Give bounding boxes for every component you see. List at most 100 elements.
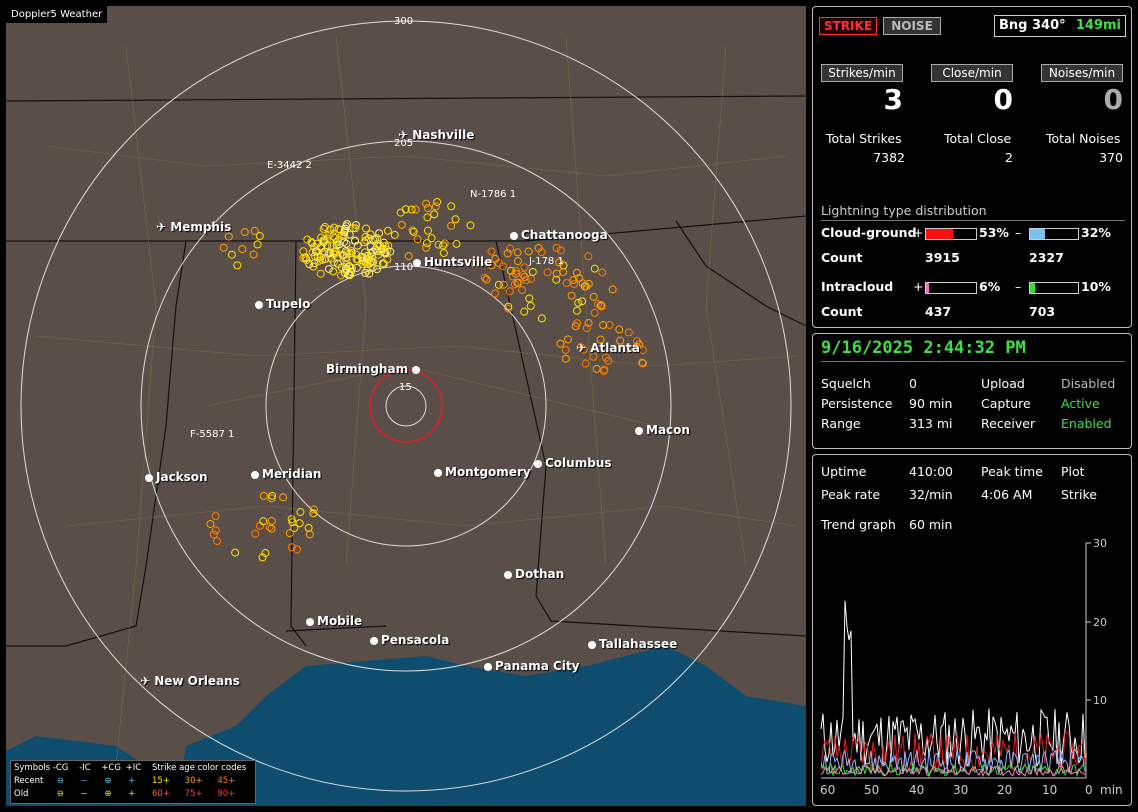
- strike-marker: [316, 269, 325, 278]
- trend-graph-label: Trend graph: [821, 517, 896, 532]
- squelch-value: 0: [909, 376, 917, 391]
- ic-negative-count: 703: [1029, 304, 1056, 319]
- strike-marker: [279, 493, 288, 502]
- pos-cg-recent-icon: ⊕: [104, 776, 112, 786]
- city-meridian: Meridian: [251, 467, 321, 481]
- close-range-ring: [369, 369, 443, 443]
- count-label: Count: [821, 250, 863, 265]
- strike-marker: [537, 314, 546, 323]
- neg-ic-old-icon: −: [80, 789, 88, 799]
- plot-value[interactable]: Strike: [1061, 487, 1097, 502]
- strikes-per-min-value: 3: [883, 83, 903, 116]
- total-close-label: Total Close: [944, 131, 1012, 146]
- strike-marker: [212, 537, 221, 546]
- strike-marker: [561, 345, 570, 354]
- peak-time-label: Peak time: [981, 464, 1043, 479]
- age-75: 75+: [184, 789, 203, 799]
- strike-marker: [303, 235, 312, 244]
- plus-sign: +: [913, 279, 924, 294]
- total-strikes-label: Total Strikes: [826, 131, 902, 146]
- noise-button[interactable]: NOISE: [883, 17, 941, 35]
- strike-marker: [528, 267, 537, 276]
- neg-cg-old-icon: ⊖: [56, 789, 64, 799]
- age-90: 90+: [217, 789, 236, 799]
- strike-marker: [253, 240, 262, 249]
- ring-label-300: 300: [394, 16, 414, 27]
- trend-panel: Uptime 410:00 Peak time Plot Peak rate 3…: [812, 454, 1132, 806]
- strike-marker: [520, 307, 529, 316]
- x-tick-label: 50: [864, 783, 879, 797]
- x-tick-label: 40: [909, 783, 924, 797]
- app-title: Doppler5 Weather: [6, 6, 108, 23]
- divider: [821, 361, 1125, 362]
- trend-series-line: [820, 600, 1086, 768]
- storm-label: N-1786 1: [470, 189, 517, 200]
- y-tick-label: 10: [1093, 694, 1107, 707]
- city-pensacola: Pensacola: [370, 633, 449, 647]
- plot-label: Plot: [1061, 464, 1085, 479]
- map-canvas: [6, 20, 806, 806]
- legend-symbols-label: Symbols: [14, 763, 51, 773]
- strike-marker: [295, 519, 304, 528]
- strike-marker: [526, 301, 535, 310]
- symbol-legend: Symbols -CG -IC +CG +IC Strike age color…: [10, 760, 256, 804]
- upload-value: Disabled: [1061, 376, 1116, 391]
- count-label: Count: [821, 304, 863, 319]
- strike-marker: [383, 226, 392, 235]
- x-tick-label: 60: [820, 783, 835, 797]
- strike-marker: [525, 294, 534, 303]
- y-tick-label: 30: [1093, 537, 1107, 550]
- ic-positive-count: 437: [925, 304, 952, 319]
- strikes-per-min-label: Strikes/min: [821, 64, 903, 82]
- age-60: 60+: [152, 789, 170, 799]
- strike-marker: [567, 291, 576, 300]
- strike-marker: [524, 247, 533, 256]
- status-panel: 9/16/2025 2:44:32 PM Squelch 0 Upload Di…: [812, 333, 1132, 449]
- trend-graph: 30 20 10 60 50 40 30 20 10 0 min: [820, 537, 1123, 797]
- strike-marker: [431, 202, 440, 211]
- noises-per-min-label: Noises/min: [1041, 64, 1123, 82]
- strike-marker: [267, 516, 276, 525]
- strike-marker: [451, 215, 460, 224]
- strike-marker: [562, 278, 571, 287]
- storm-label: E-3442 2: [267, 160, 312, 171]
- divider: [821, 220, 1125, 221]
- city-huntsville: Huntsville: [413, 255, 492, 269]
- strike-marker: [404, 252, 413, 261]
- strike-marker: [572, 306, 581, 315]
- strike-marker: [563, 335, 572, 344]
- receiver-label: Receiver: [981, 416, 1036, 431]
- city-atlanta: ✈ Atlanta: [576, 341, 640, 355]
- radar-map[interactable]: Doppler5 Weather 300 205 110 15 ✈ Nashvi…: [6, 6, 806, 806]
- strike-marker: [361, 224, 370, 233]
- strike-marker: [513, 257, 522, 266]
- datetime: 9/16/2025 2:44:32 PM: [821, 338, 1026, 358]
- age-45: 45+: [217, 776, 236, 786]
- peak-rate-label: Peak rate: [821, 487, 881, 502]
- minus-sign: –: [1015, 279, 1022, 294]
- strike-marker: [224, 232, 233, 241]
- strike-marker: [638, 346, 647, 355]
- strike-marker: [227, 250, 236, 259]
- city-tupelo: Tupelo: [255, 297, 311, 311]
- squelch-label: Squelch: [821, 376, 871, 391]
- ic-positive-percent: 6%: [979, 279, 1001, 294]
- legend-neg-ic: -IC: [79, 763, 91, 773]
- uptime-label: Uptime: [821, 464, 867, 479]
- strike-marker: [433, 197, 442, 206]
- range-label: Range: [821, 416, 861, 431]
- distance-value: 149mi: [1075, 18, 1121, 33]
- strike-marker: [249, 250, 258, 259]
- strike-marker: [206, 519, 215, 528]
- strike-marker: [490, 289, 499, 298]
- strike-marker: [304, 523, 313, 532]
- ic-positive-bar: [925, 282, 977, 294]
- strike-marker: [447, 221, 456, 230]
- close-per-min-value: 0: [993, 83, 1013, 116]
- strike-marker: [390, 230, 399, 239]
- strike-marker: [584, 252, 593, 261]
- strike-marker: [520, 263, 529, 272]
- strike-button[interactable]: STRIKE: [819, 17, 877, 35]
- city-birmingham: Birmingham: [326, 362, 423, 376]
- city-new-orleans: ✈ New Orleans: [140, 674, 240, 688]
